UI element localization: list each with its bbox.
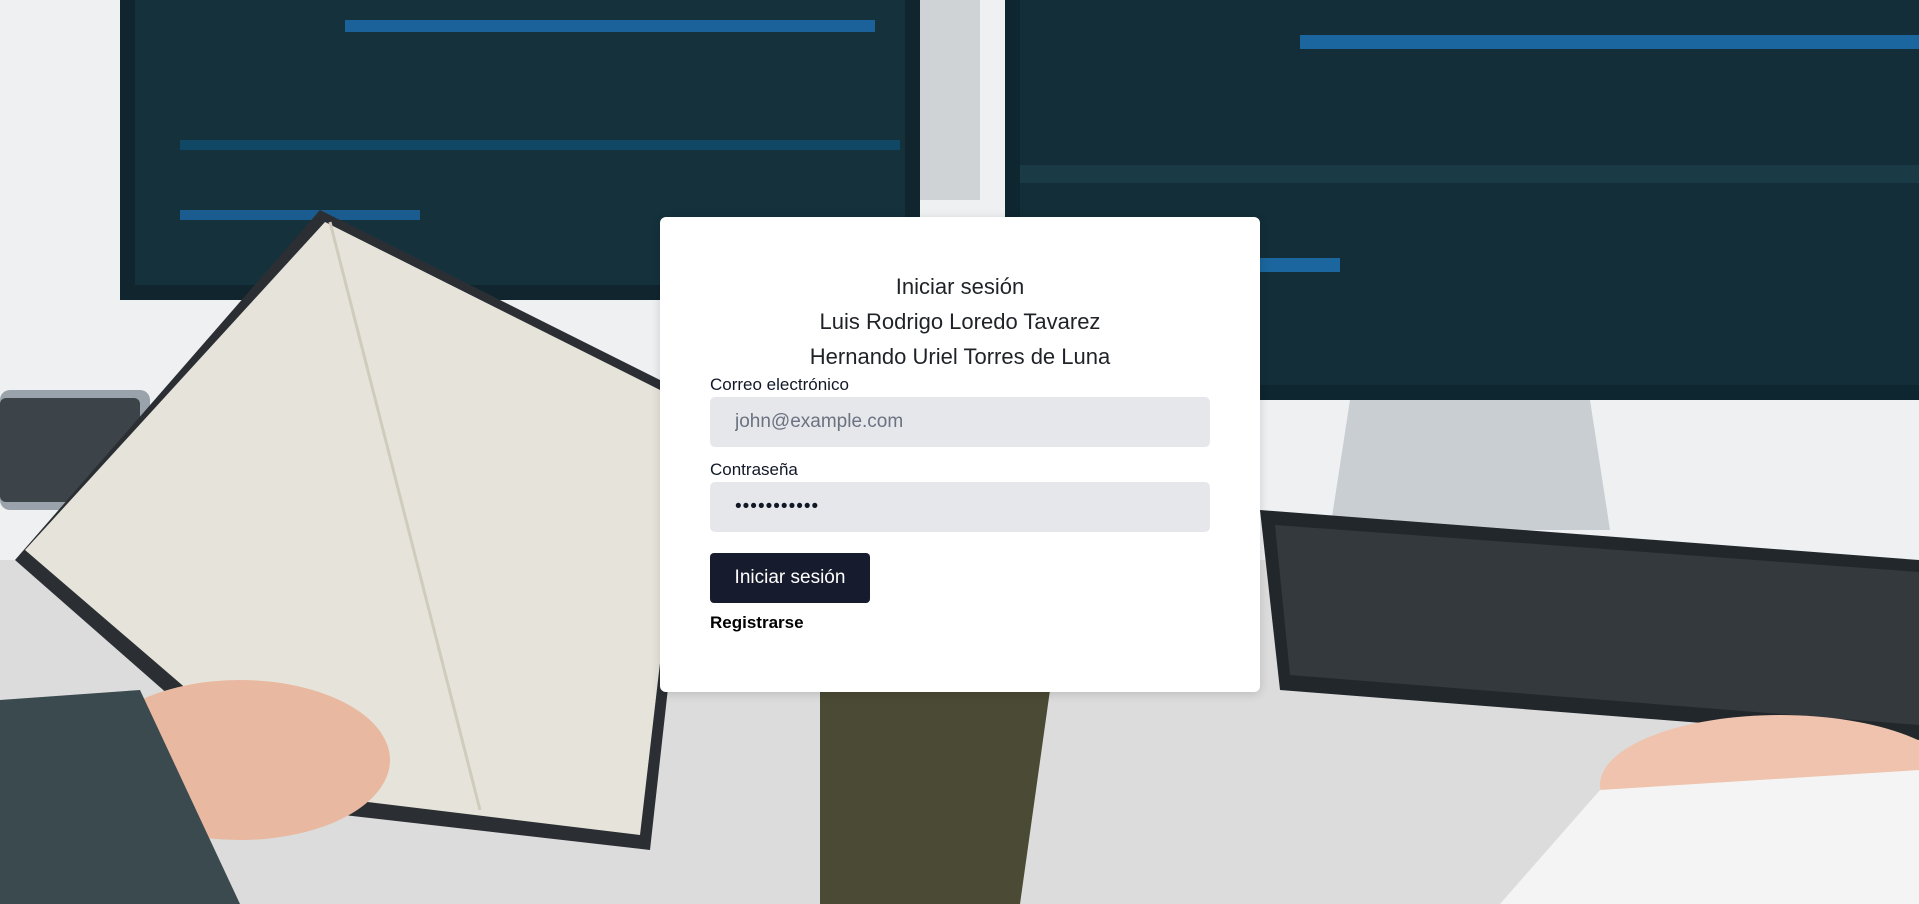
login-card: Iniciar sesión Luis Rodrigo Loredo Tavar… — [660, 217, 1260, 692]
login-heading: Iniciar sesión — [895, 274, 1025, 299]
register-link[interactable]: Registrarse — [710, 613, 804, 633]
email-label: Correo electrónico — [710, 375, 849, 394]
author-name-2: Hernando Uriel Torres de Luna — [809, 344, 1111, 369]
email-field[interactable] — [710, 397, 1210, 447]
login-header: Iniciar sesión Luis Rodrigo Loredo Tavar… — [660, 269, 1260, 374]
password-label: Contraseña — [710, 460, 798, 479]
password-field[interactable] — [710, 482, 1210, 532]
author-name-1: Luis Rodrigo Loredo Tavarez — [819, 309, 1101, 334]
login-button[interactable]: Iniciar sesión — [710, 553, 870, 603]
